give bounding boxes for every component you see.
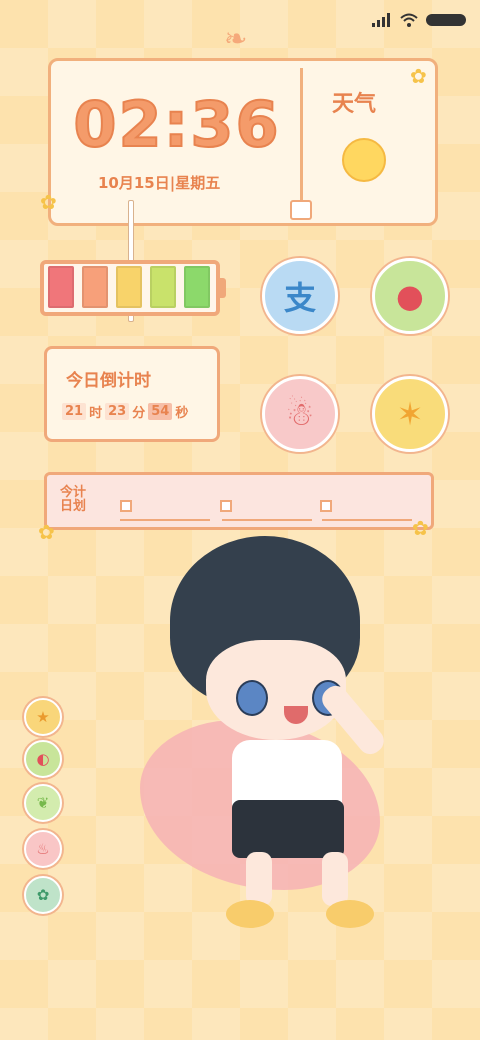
countdown-title: 今日倒计时 (66, 371, 151, 391)
signal-bars-icon (372, 13, 390, 27)
battery-cell (116, 266, 142, 308)
watermelon-app-icon[interactable]: ● (372, 258, 448, 334)
widget-divider (300, 68, 303, 208)
battery-icon (426, 14, 466, 26)
battery-cell (48, 266, 74, 308)
character-shorts (232, 800, 344, 858)
flower-icon: ✿ (410, 64, 427, 88)
countdown-timer: 21 时 23 分 54 秒 (62, 402, 188, 421)
dock-watermelon-icon[interactable]: ◐ (24, 740, 62, 778)
plug-icon (290, 200, 312, 220)
plan-title: 今计日划 (60, 485, 87, 514)
flower-icon: ✿ (38, 520, 55, 544)
plan-checkbox[interactable] (120, 500, 132, 512)
character-leg (246, 852, 272, 906)
dock-frog-icon[interactable]: ✿ (24, 876, 62, 914)
character-shoe (326, 900, 374, 928)
countdown-second-unit: 秒 (175, 406, 189, 421)
battery-widget-tip (220, 278, 226, 298)
dock-cake-icon[interactable]: ♨ (24, 830, 62, 868)
battery-cell (150, 266, 176, 308)
dock-leaf-icon[interactable]: ❦ (24, 784, 62, 822)
character-eye (236, 680, 268, 716)
battery-cell (82, 266, 108, 308)
leaf-decoration-icon: ❧ (224, 22, 248, 55)
countdown-hours: 21 (62, 403, 87, 420)
battery-cell (184, 266, 210, 308)
flower-icon: ✿ (412, 516, 429, 540)
countdown-hour-unit: 时 (89, 406, 103, 421)
countdown-widget[interactable] (44, 346, 220, 442)
plan-line (120, 519, 210, 521)
sun-icon (342, 138, 386, 182)
plan-line (222, 519, 312, 521)
plan-widget[interactable] (44, 472, 434, 530)
plan-line (322, 519, 412, 521)
character-shoe (226, 900, 274, 928)
countdown-minutes: 23 (105, 403, 130, 420)
countdown-seconds: 54 (148, 403, 173, 420)
weather-title: 天气 (332, 92, 377, 117)
alipay-app-icon[interactable]: 支 (262, 258, 338, 334)
plan-checkbox[interactable] (220, 500, 232, 512)
plan-checkbox[interactable] (320, 500, 332, 512)
dock-star-icon[interactable]: ★ (24, 698, 62, 736)
star-fruit-app-icon[interactable]: ✶ (372, 376, 448, 452)
wifi-icon (400, 13, 418, 27)
clock-time: 02:36 (72, 87, 281, 162)
clock-date: 10月15日|星期五 (98, 174, 221, 192)
countdown-minute-unit: 分 (132, 406, 146, 421)
flower-icon: ✿ (40, 190, 57, 214)
status-bar (372, 10, 466, 30)
character-leg (322, 852, 348, 906)
snowman-app-icon[interactable]: ☃ (262, 376, 338, 452)
